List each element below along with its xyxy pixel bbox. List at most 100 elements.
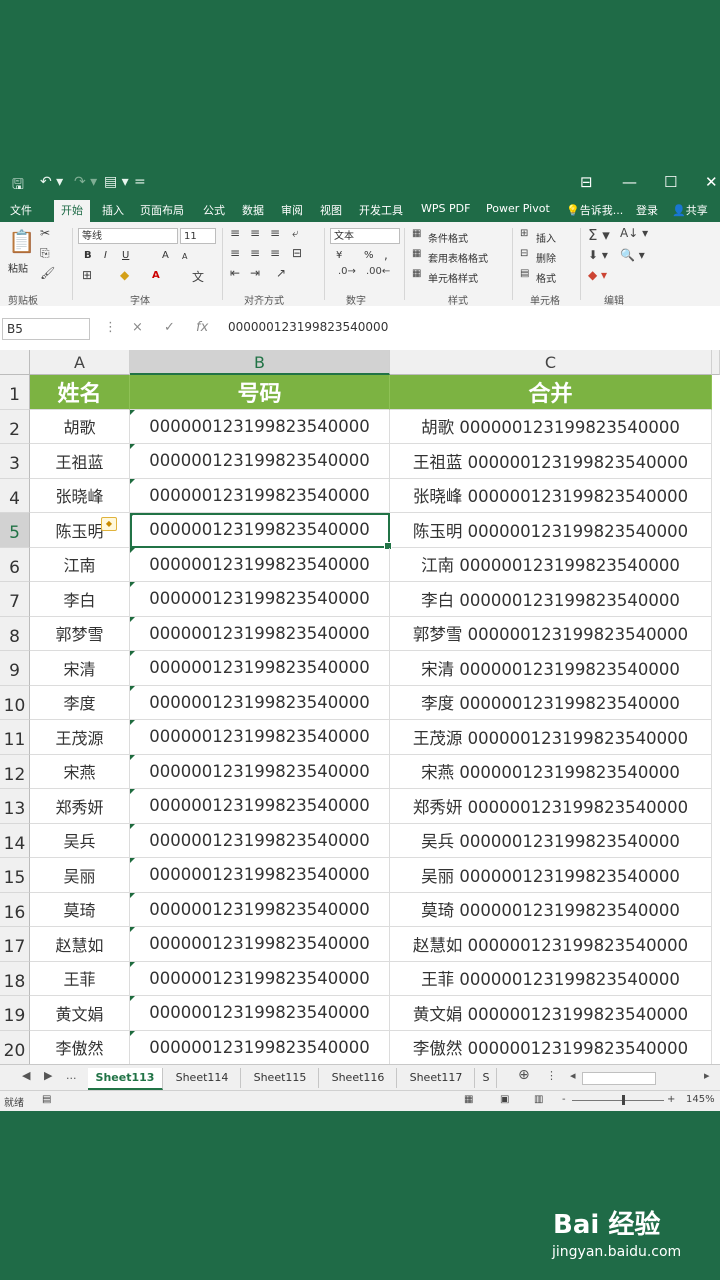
delete-button[interactable]: 删除 bbox=[536, 250, 556, 265]
table-cell[interactable]: 陈玉明 000000123199823540000 bbox=[390, 513, 712, 548]
save-icon[interactable]: 🖫 bbox=[12, 174, 24, 198]
zoom-level[interactable]: 145% bbox=[686, 1094, 715, 1105]
number-format-select[interactable]: 文本 bbox=[330, 228, 400, 244]
menu-signin[interactable]: 登录 bbox=[636, 202, 658, 218]
next-sheet-icon[interactable]: ▶ bbox=[44, 1069, 52, 1082]
fill-icon[interactable]: ⬇ ▾ bbox=[588, 248, 608, 262]
row-header[interactable]: 6 bbox=[0, 547, 30, 582]
header-cell-merged[interactable]: 合并 bbox=[390, 375, 712, 410]
sheet-tab[interactable]: S bbox=[476, 1068, 497, 1088]
grow-font-button[interactable]: A bbox=[162, 250, 169, 261]
insert-button[interactable]: 插入 bbox=[536, 230, 556, 245]
insert-cells-icon[interactable]: ⊞ bbox=[520, 228, 528, 239]
table-cell[interactable]: 江南 000000123199823540000 bbox=[390, 547, 712, 582]
horizontal-scrollbar-thumb[interactable] bbox=[582, 1072, 656, 1085]
borders-icon[interactable]: ⊞ bbox=[82, 268, 92, 282]
menu-share[interactable]: 👤共享 bbox=[672, 202, 708, 218]
table-cell[interactable]: 李白 000000123199823540000 bbox=[390, 582, 712, 617]
table-cell[interactable]: 郑秀妍 000000123199823540000 bbox=[390, 789, 712, 824]
customize-quick-access[interactable]: = bbox=[134, 174, 146, 190]
table-cell[interactable]: 王菲 000000123199823540000 bbox=[390, 961, 712, 996]
scroll-left-icon[interactable]: ◂ bbox=[570, 1069, 576, 1082]
row-header[interactable]: 5 bbox=[0, 513, 30, 548]
decrease-decimal-icon[interactable]: .00← bbox=[366, 266, 390, 277]
table-cell[interactable]: 000000123199823540000 bbox=[130, 582, 390, 617]
cell-styles-button[interactable]: 单元格样式 bbox=[428, 270, 478, 285]
cell-styles-icon[interactable]: ▦ bbox=[412, 268, 421, 279]
table-cell[interactable]: 000000123199823540000 bbox=[130, 961, 390, 996]
align-center-icon[interactable]: ≡ bbox=[250, 246, 260, 260]
row-header[interactable]: 18 bbox=[0, 961, 30, 996]
menu-power-pivot[interactable]: Power Pivot bbox=[486, 202, 550, 215]
sheet-tab[interactable]: Sheet114 bbox=[164, 1068, 241, 1088]
row-header[interactable]: 9 bbox=[0, 651, 30, 686]
form-icon[interactable]: ▤ ▾ bbox=[104, 174, 129, 190]
menu-formulas[interactable]: 公式 bbox=[203, 202, 225, 218]
sheet-tab[interactable]: Sheet115 bbox=[242, 1068, 319, 1088]
paste-label[interactable]: 粘贴 bbox=[8, 260, 28, 275]
conditional-format-button[interactable]: 条件格式 bbox=[428, 230, 468, 245]
table-cell[interactable]: 江南 bbox=[30, 547, 130, 582]
table-format-icon[interactable]: ▦ bbox=[412, 248, 421, 259]
table-cell[interactable]: 宋清 bbox=[30, 651, 130, 686]
row-header[interactable]: 10 bbox=[0, 685, 30, 720]
column-header-a[interactable]: A bbox=[30, 350, 130, 375]
row-header[interactable]: 11 bbox=[0, 720, 30, 755]
column-header-c[interactable]: C bbox=[390, 350, 712, 375]
fill-color-icon[interactable]: ◆ bbox=[120, 268, 129, 282]
table-cell[interactable]: 李傲然 bbox=[30, 1030, 130, 1064]
row-header[interactable]: 20 bbox=[0, 1030, 30, 1064]
format-button[interactable]: 格式 bbox=[536, 270, 556, 285]
clear-icon[interactable]: ◆ ▾ bbox=[588, 268, 607, 282]
table-cell[interactable]: 莫琦 000000123199823540000 bbox=[390, 892, 712, 927]
percent-button[interactable]: % bbox=[364, 250, 374, 261]
table-cell[interactable]: 000000123199823540000 bbox=[130, 444, 390, 479]
table-cell[interactable]: 王祖蓝 000000123199823540000 bbox=[390, 444, 712, 479]
copy-icon[interactable]: ⎘ bbox=[40, 246, 50, 261]
conditional-format-icon[interactable]: ▦ bbox=[412, 228, 421, 239]
table-cell[interactable]: 赵慧如 000000123199823540000 bbox=[390, 927, 712, 962]
table-cell[interactable]: 000000123199823540000 bbox=[130, 547, 390, 582]
table-cell[interactable]: 000000123199823540000 bbox=[130, 478, 390, 513]
prev-sheet-icon[interactable]: ◀ bbox=[22, 1069, 30, 1082]
table-cell[interactable]: 000000123199823540000 bbox=[130, 685, 390, 720]
table-cell[interactable]: 000000123199823540000 bbox=[130, 996, 390, 1031]
currency-button[interactable]: ¥ bbox=[336, 250, 342, 261]
more-sheets-button[interactable]: ... bbox=[66, 1069, 77, 1082]
menu-home[interactable]: 开始 bbox=[54, 200, 90, 222]
menu-review[interactable]: 审阅 bbox=[281, 202, 303, 218]
table-cell[interactable]: 000000123199823540000 bbox=[130, 409, 390, 444]
table-cell[interactable]: 赵慧如 bbox=[30, 927, 130, 962]
row-header[interactable]: 3 bbox=[0, 444, 30, 479]
row-header[interactable]: 8 bbox=[0, 616, 30, 651]
row-header[interactable]: 1 bbox=[0, 375, 30, 410]
increase-indent-icon[interactable]: ⇥ bbox=[250, 266, 260, 280]
orientation-icon[interactable]: ↗ bbox=[276, 266, 286, 280]
table-cell[interactable]: 张晓峰 000000123199823540000 bbox=[390, 478, 712, 513]
bold-button[interactable]: B bbox=[84, 250, 92, 261]
table-cell[interactable]: 000000123199823540000 bbox=[130, 1030, 390, 1064]
increase-decimal-icon[interactable]: .0→ bbox=[338, 266, 356, 277]
menu-insert[interactable]: 插入 bbox=[102, 202, 124, 218]
table-cell[interactable]: 000000123199823540000 bbox=[130, 720, 390, 755]
table-cell[interactable]: 宋燕 bbox=[30, 754, 130, 789]
close-icon[interactable]: ✕ bbox=[705, 173, 718, 191]
format-cells-icon[interactable]: ▤ bbox=[520, 268, 529, 279]
maximize-icon[interactable]: ☐ bbox=[664, 173, 677, 191]
table-cell[interactable]: 李度 000000123199823540000 bbox=[390, 685, 712, 720]
comma-style-icon[interactable]: , bbox=[384, 248, 388, 262]
table-cell[interactable]: 王祖蓝 bbox=[30, 444, 130, 479]
row-header[interactable]: 14 bbox=[0, 823, 30, 858]
zoom-slider-track[interactable] bbox=[572, 1100, 664, 1101]
spreadsheet-grid[interactable]: A B C 1 姓名 号码 合并 2 胡歌 000000123199823540000 胡歌 … bbox=[0, 350, 720, 1064]
autosum-icon[interactable]: Σ ▾ bbox=[588, 226, 610, 244]
table-format-button[interactable]: 套用表格格式 bbox=[428, 250, 488, 265]
table-cell[interactable]: 郭梦雪 bbox=[30, 616, 130, 651]
zoom-out-button[interactable]: - bbox=[562, 1094, 566, 1105]
table-cell[interactable]: 黄文娟 bbox=[30, 996, 130, 1031]
table-cell[interactable]: 000000123199823540000 bbox=[130, 823, 390, 858]
table-cell[interactable]: 李度 bbox=[30, 685, 130, 720]
header-cell-name[interactable]: 姓名 bbox=[30, 375, 130, 410]
cut-icon[interactable]: ✂ bbox=[40, 226, 50, 240]
error-check-icon[interactable]: ◆ bbox=[101, 517, 117, 531]
